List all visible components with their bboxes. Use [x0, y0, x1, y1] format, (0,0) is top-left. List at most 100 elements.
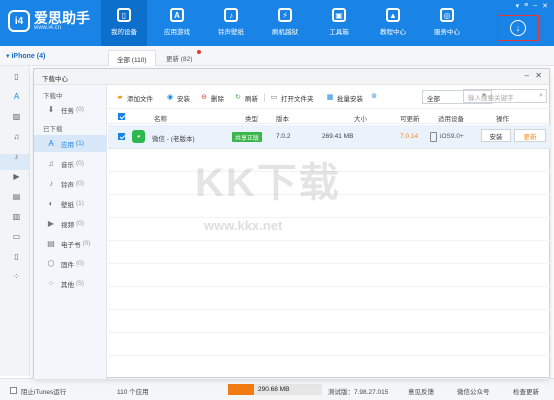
wechat-icon: ◕: [132, 130, 145, 143]
wallpaper-icon: ♪: [224, 8, 238, 22]
device-selector[interactable]: ▾ iPhone (4): [6, 52, 45, 60]
app-logo: i4 爱思助手 www.i4.cn: [8, 10, 90, 32]
sidebar-item-tasks[interactable]: ⬇ 任务 (0): [34, 101, 107, 118]
device-bar: ▾ iPhone (4) 全部 (110) 更新 (82): [0, 46, 554, 66]
wechat-account-button[interactable]: 微信公众号: [457, 386, 490, 396]
sidebar-item-count: (5): [76, 280, 84, 287]
storage-text: 290.68 MB: [258, 386, 290, 393]
filter-value: 全部: [427, 96, 440, 103]
search-icon: ⌕: [539, 92, 543, 99]
version-text: 测试版：7.98.27.015: [328, 389, 389, 396]
sidebar-item-label: 电子书: [61, 241, 81, 249]
task-icon: ⬇: [47, 105, 55, 114]
music-icon[interactable]: ♫: [12, 132, 21, 141]
batch-install-button[interactable]: ▦ 批量安装: [326, 93, 363, 103]
delete-label: 删除: [211, 96, 224, 103]
book-icon[interactable]: ▤: [12, 192, 21, 201]
file-icon[interactable]: ▯: [12, 252, 21, 261]
sidebar-item-music[interactable]: ♫ 音乐 (0): [34, 155, 107, 172]
bell-icon[interactable]: ♪: [12, 152, 21, 161]
feedback-button[interactable]: 意见反馈: [408, 386, 434, 396]
minimize-icon[interactable]: –: [525, 71, 529, 80]
sidebar-item-count: (0): [76, 220, 84, 227]
info-icon: ⊚: [371, 93, 377, 100]
device-icon: [430, 132, 437, 142]
sidebar-item-ringtones[interactable]: ♪ 铃声 (0): [34, 175, 107, 192]
app-size: 269.41 MB: [322, 133, 354, 140]
nav-label: 刷机越狱: [272, 29, 298, 36]
refresh-button[interactable]: ↻ 刷新: [234, 93, 258, 103]
nav-my-device[interactable]: ▯ 我的设备: [101, 0, 147, 46]
sidebar-item-ebooks[interactable]: ▤ 电子书 (0): [34, 235, 107, 252]
nav-flash-jailbreak[interactable]: ⚡ 刷机越狱: [262, 0, 308, 46]
device-sidebar: ▯ A ▨ ♫ ♪ ▶ ▤ ▥ ▭ ▯ ⁘: [0, 66, 30, 376]
download-center-button[interactable]: ↓: [497, 15, 539, 41]
sidebar-item-label: 其他: [61, 281, 74, 289]
open-folder-button[interactable]: ▭ 打开文件夹: [270, 93, 314, 103]
add-file-button[interactable]: ▰ 添加文件: [116, 93, 153, 103]
column-compat: 适用设备: [438, 116, 464, 123]
sidebar-item-videos[interactable]: ▶ 视频 (0): [34, 215, 107, 232]
sidebar-item-count: (1): [76, 200, 84, 207]
sidebar-item-label: 壁纸: [61, 201, 74, 209]
sidebar-item-count: (0): [82, 240, 91, 247]
row-checkbox[interactable]: [118, 133, 125, 142]
block-itunes-checkbox[interactable]: [10, 387, 17, 394]
sidebar-item-label: 视频: [61, 221, 74, 229]
nav-toolbox[interactable]: ▣ 工具箱: [316, 0, 362, 46]
dialog-titlebar: 下载中心 – ✕: [34, 69, 549, 85]
tab-update[interactable]: 更新 (82): [166, 53, 192, 63]
search-placeholder: 输入搜索关键字: [468, 95, 514, 102]
delete-button[interactable]: ⊖ 删除: [200, 93, 224, 103]
minimize-icon[interactable]: –: [533, 2, 537, 10]
storage-bar-fill: [228, 384, 255, 395]
update-badge-dot: [197, 50, 201, 54]
tutorial-link-icon[interactable]: ⊚: [370, 93, 381, 101]
add-file-label: 添加文件: [127, 96, 153, 103]
nav-label: 服务中心: [434, 29, 460, 36]
dialog-title: 下载中心: [42, 76, 68, 83]
firmware-icon: ⬡: [47, 259, 55, 268]
batch-install-icon: ▦: [326, 94, 334, 101]
phone-icon: ▯: [117, 8, 131, 22]
sidebar-item-other[interactable]: ⁘ 其他 (5): [34, 275, 107, 292]
bell-icon: ♪: [49, 179, 53, 188]
watermark-url: www.kkx.net: [204, 218, 283, 233]
sidebar-item-apps[interactable]: A 应用 (1): [34, 135, 107, 152]
photo-icon[interactable]: ▨: [12, 112, 21, 121]
select-all-checkbox[interactable]: [118, 113, 125, 122]
row-update-button[interactable]: 更新: [514, 129, 546, 142]
sidebar-item-wallpapers[interactable]: ◐ 壁纸 (1): [34, 195, 107, 212]
sidebar-item-firmware[interactable]: ⬡ 固件 (0): [34, 255, 107, 272]
nav-service-center[interactable]: ◎ 服务中心: [424, 0, 470, 46]
tutorial-icon: ▲: [386, 8, 400, 22]
apps-icon[interactable]: A: [12, 92, 21, 101]
phone-icon[interactable]: ▯: [12, 72, 21, 81]
nav-label: 教程中心: [380, 29, 406, 36]
other-icon: ⁘: [47, 279, 55, 288]
close-icon[interactable]: ✕: [535, 71, 542, 80]
search-input[interactable]: 输入搜索关键字 ⌕: [463, 89, 547, 103]
row-install-button[interactable]: 安装: [481, 129, 511, 142]
video-icon[interactable]: ▶: [12, 172, 21, 181]
nav-tutorials[interactable]: ▲ 教程中心: [370, 0, 416, 46]
add-folder-icon: ▰: [117, 94, 123, 101]
nav-ringtones-wallpapers[interactable]: ♪ 铃声壁纸: [208, 0, 254, 46]
apps-icon: A: [170, 8, 184, 22]
tab-all[interactable]: 全部 (110): [108, 50, 156, 66]
sidebar-item-count: (0): [76, 180, 84, 187]
folder-icon[interactable]: ▭: [12, 232, 21, 241]
data-icon[interactable]: ▥: [12, 212, 21, 221]
section-downloading: 下载中: [43, 93, 63, 100]
more-icon[interactable]: ⁘: [12, 272, 21, 281]
logo-badge: i4: [8, 10, 30, 32]
sidebar-item-count: (0): [76, 260, 84, 267]
install-button[interactable]: ◉ 安装: [166, 93, 190, 103]
skin-icon[interactable]: ▾: [516, 2, 520, 10]
wallpaper-icon: ◐: [48, 199, 54, 208]
nav-apps-games[interactable]: A 应用游戏: [154, 0, 200, 46]
close-icon[interactable]: ✕: [542, 2, 548, 10]
menu-icon[interactable]: ≡: [524, 2, 528, 10]
sidebar-item-label: 音乐: [61, 161, 74, 169]
check-update-button[interactable]: 检查更新: [513, 386, 539, 396]
